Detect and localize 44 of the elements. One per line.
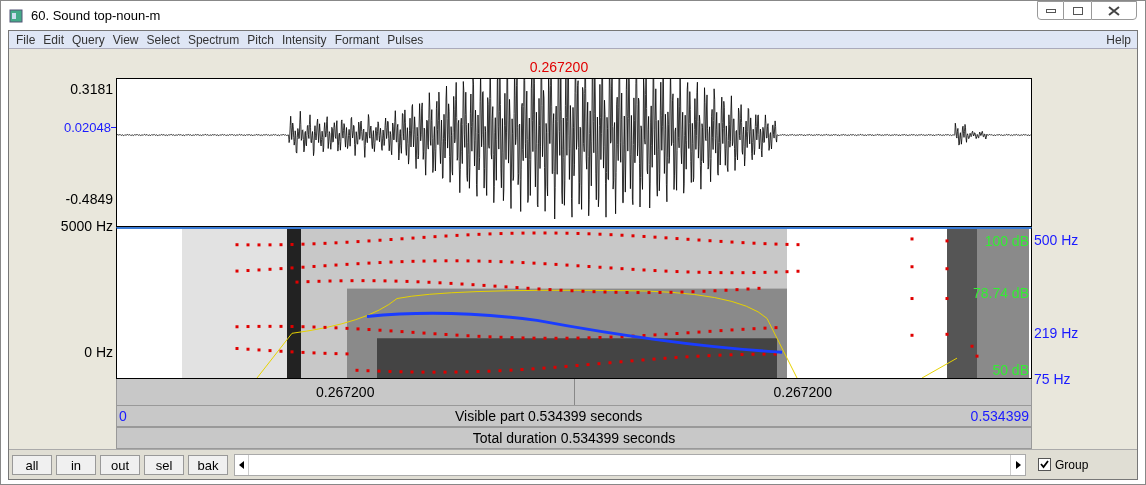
axis-label: 5000 Hz (60, 216, 114, 236)
zoom-button[interactable]: in (56, 454, 96, 475)
app-icon (9, 8, 23, 23)
group-label: Group (1055, 456, 1089, 474)
menu-item[interactable]: Help (1103, 30, 1134, 49)
zoom-button[interactable]: bak (188, 454, 228, 475)
menu-item[interactable]: Spectrum (183, 30, 244, 49)
close-icon (1108, 5, 1120, 16)
axis-label: 0 Hz (84, 342, 114, 362)
time-start: 0 (119, 406, 127, 426)
pitch-label: 219 Hz (1034, 324, 1080, 344)
intensity-label: 50 dB (992, 361, 1029, 381)
menu-item[interactable]: Select (142, 30, 184, 49)
menu-item[interactable]: Pulses (383, 30, 428, 49)
visible-part-label: Visible part 0.534399 seconds (454, 406, 644, 426)
intensity-label: 78.74 dB (972, 284, 1029, 304)
menu-item[interactable]: View (108, 30, 143, 49)
menu-item[interactable]: Pitch (243, 30, 278, 49)
time-segment[interactable]: 0.267200 (574, 379, 1031, 406)
menu-item[interactable]: Edit (39, 30, 69, 49)
intensity-label: 100 dB (984, 232, 1029, 252)
window-title: 60. Sound top-noun-m (31, 6, 161, 25)
time-segment[interactable]: 0.267200 (117, 379, 575, 406)
group-checkbox[interactable] (1038, 458, 1051, 472)
menu-item[interactable]: File (12, 30, 40, 49)
minimize-button[interactable] (1037, 1, 1064, 20)
menu-item[interactable]: Intensity (277, 30, 331, 49)
menu-item[interactable]: Query (68, 30, 109, 49)
visible-part-bar[interactable]: 0 Visible part 0.534399 seconds 0.534399 (116, 405, 1032, 428)
zoom-button[interactable]: out (100, 454, 140, 475)
zoom-button[interactable]: all (12, 454, 52, 475)
time-end: 0.534399 (970, 406, 1029, 426)
zoom-button[interactable]: sel (144, 454, 184, 475)
cursor-time: 0.267200 (529, 58, 589, 78)
menu-item[interactable]: Formant (330, 30, 384, 49)
maximize-button[interactable] (1064, 1, 1091, 20)
scroll-bar[interactable] (234, 453, 1026, 476)
pitch-label: 500 Hz (1034, 231, 1080, 251)
axis-label: 0.3181 (70, 80, 114, 100)
total-duration-bar[interactable]: Total duration 0.534399 seconds (116, 427, 1032, 450)
pitch-label: 75 Hz (1034, 370, 1072, 390)
close-button[interactable] (1091, 1, 1137, 20)
axis-label: -0.4849 (65, 189, 114, 209)
axis-label: 0.02048 (64, 119, 111, 138)
